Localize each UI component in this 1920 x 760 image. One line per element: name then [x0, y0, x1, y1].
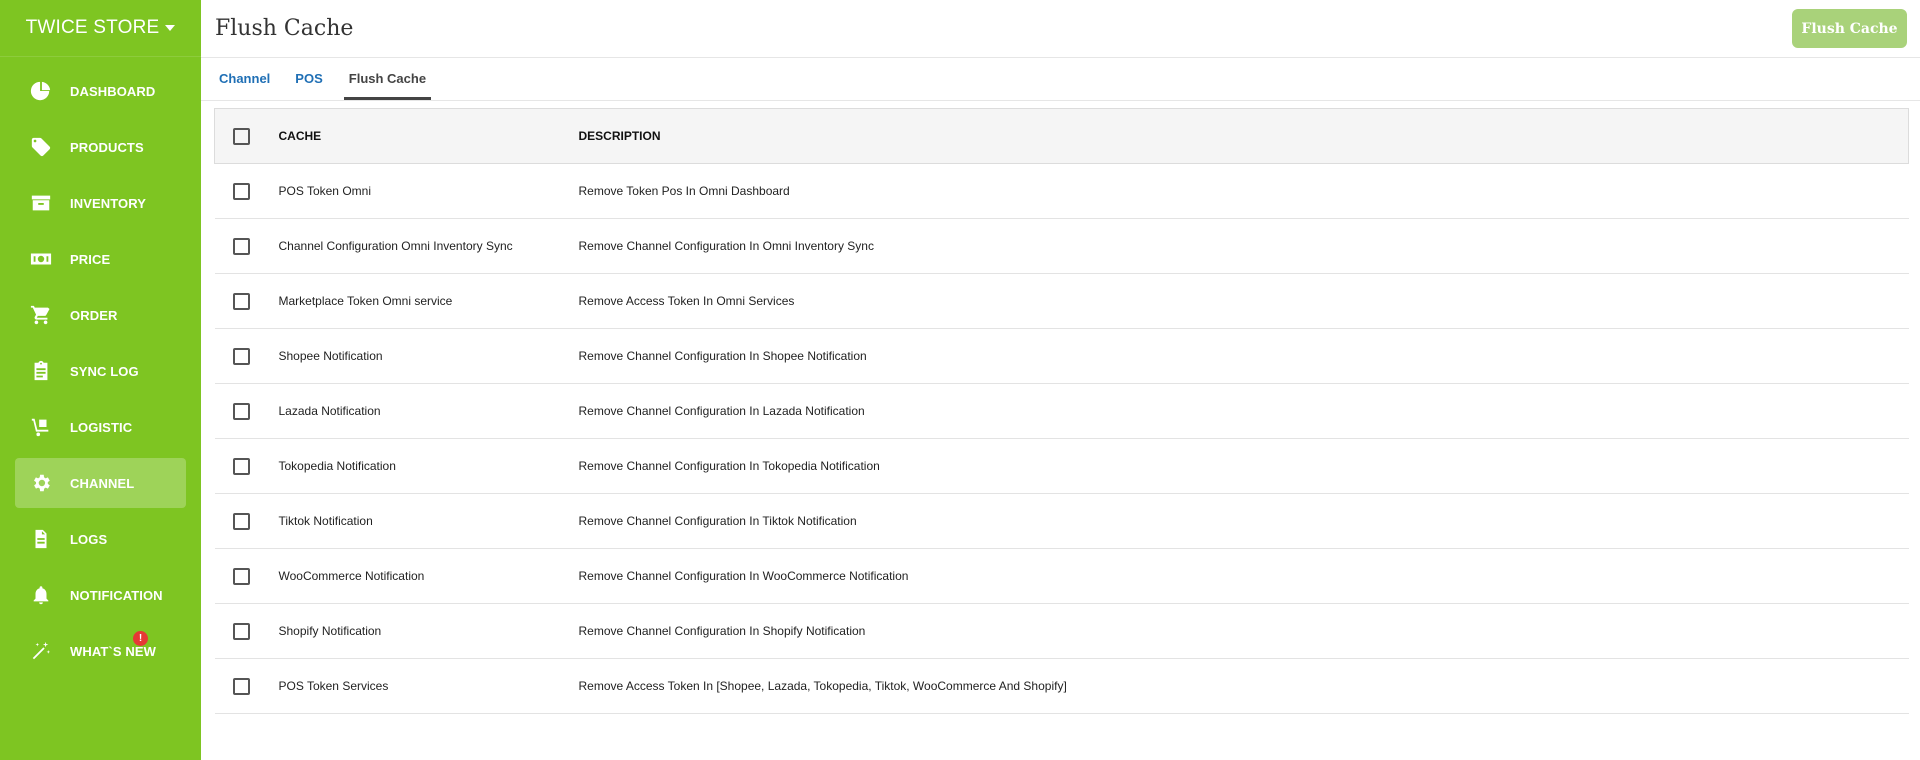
sidebar-item-label: LOGS: [70, 531, 108, 547]
archive-box-icon: [29, 191, 53, 215]
select-all-checkbox[interactable]: [233, 127, 250, 145]
cache-description: Remove Access Token In Omni Services: [578, 273, 1909, 329]
cache-name: Channel Configuration Omni Inventory Syn…: [278, 218, 579, 274]
cache-table-container: CACHE DESCRIPTION POS Token Omni Remove …: [201, 101, 1920, 714]
cache-description: Remove Channel Configuration In Tiktok N…: [578, 493, 1909, 549]
sidebar-item-sync-log[interactable]: SYNC LOG: [15, 346, 186, 396]
sidebar-menu: DASHBOARD PRODUCTS INVENTORY PRICE ORDER…: [0, 57, 201, 676]
table-row: POS Token Services Remove Access Token I…: [214, 658, 1909, 714]
tab-pos[interactable]: POS: [291, 57, 326, 100]
sidebar-item-price[interactable]: PRICE: [15, 234, 186, 284]
cache-description: Remove Access Token In [Shopee, Lazada, …: [578, 658, 1909, 714]
sidebar-item-label: PRICE: [70, 251, 111, 267]
table-row: Tiktok Notification Remove Channel Confi…: [214, 493, 1909, 549]
column-header-cache: CACHE: [278, 108, 579, 164]
sidebar-item-label: INVENTORY: [70, 195, 147, 211]
sidebar-item-notification[interactable]: NOTIFICATION: [15, 570, 186, 620]
select-all-cell: [214, 108, 279, 164]
tab-channel[interactable]: Channel: [215, 57, 274, 100]
sidebar-item-label: NOTIFICATION: [70, 587, 163, 603]
row-checkbox[interactable]: [232, 457, 250, 475]
cache-name: POS Token Omni: [278, 163, 579, 219]
sidebar-item-logistic[interactable]: LOGISTIC: [15, 402, 186, 452]
cache-description: Remove Channel Configuration In Omni Inv…: [578, 218, 1909, 274]
store-switcher[interactable]: TWICE STORE: [0, 0, 201, 57]
sidebar-item-channel[interactable]: CHANNEL: [15, 458, 186, 508]
cache-description: Remove Channel Configuration In Shopify …: [578, 603, 1909, 659]
money-icon: [29, 247, 53, 271]
row-checkbox[interactable]: [232, 402, 250, 420]
table-row: Shopify Notification Remove Channel Conf…: [214, 603, 1909, 659]
cache-name: Marketplace Token Omni service: [278, 273, 579, 329]
cache-description: Remove Channel Configuration In WooComme…: [578, 548, 1909, 604]
clipboard-icon: [29, 359, 53, 383]
table-row: WooCommerce Notification Remove Channel …: [214, 548, 1909, 604]
flush-cache-button[interactable]: Flush Cache: [1792, 9, 1907, 48]
cache-name: Tokopedia Notification: [278, 438, 579, 494]
cache-name: WooCommerce Notification: [278, 548, 579, 604]
page-title: Flush Cache: [215, 16, 354, 41]
cache-table: CACHE DESCRIPTION POS Token Omni Remove …: [214, 108, 1909, 714]
row-checkbox[interactable]: [232, 292, 250, 310]
table-row: Shopee Notification Remove Channel Confi…: [214, 328, 1909, 384]
cache-name: Shopee Notification: [278, 328, 579, 384]
cache-description: Remove Channel Configuration In Lazada N…: [578, 383, 1909, 439]
row-checkbox[interactable]: [232, 512, 250, 530]
page-header: Flush Cache Flush Cache: [201, 0, 1920, 58]
alert-badge: !: [133, 631, 148, 646]
sidebar-item-label: CHANNEL: [70, 475, 135, 491]
cache-name: Shopify Notification: [278, 603, 579, 659]
sidebar-item-dashboard[interactable]: DASHBOARD: [15, 66, 186, 116]
cache-name: Tiktok Notification: [278, 493, 579, 549]
sidebar-item-label: PRODUCTS: [70, 139, 144, 155]
sidebar-item-label: SYNC LOG: [70, 363, 139, 379]
sidebar-item-label: ORDER: [70, 307, 118, 323]
table-row: POS Token Omni Remove Token Pos In Omni …: [214, 163, 1909, 219]
cache-description: Remove Channel Configuration In Tokopedi…: [578, 438, 1909, 494]
sidebar-item-label: WHAT`S NEW: [70, 643, 156, 659]
magic-wand-icon: [29, 639, 53, 663]
row-checkbox[interactable]: [232, 347, 250, 365]
table-row: Lazada Notification Remove Channel Confi…: [214, 383, 1909, 439]
cache-description: Remove Channel Configuration In Shopee N…: [578, 328, 1909, 384]
column-header-description: DESCRIPTION: [578, 108, 1909, 164]
cache-description: Remove Token Pos In Omni Dashboard: [578, 163, 1909, 219]
sidebar-item-order[interactable]: ORDER: [15, 290, 186, 340]
row-checkbox[interactable]: [232, 237, 250, 255]
hand-truck-icon: [29, 415, 53, 439]
gear-icon: [29, 471, 53, 495]
row-checkbox[interactable]: [232, 182, 250, 200]
sidebar: TWICE STORE DASHBOARD PRODUCTS INVENTORY…: [0, 0, 201, 760]
table-row: Tokopedia Notification Remove Channel Co…: [214, 438, 1909, 494]
sidebar-item-label: LOGISTIC: [70, 419, 133, 435]
row-checkbox[interactable]: [232, 677, 250, 695]
caret-down-icon: [165, 25, 176, 31]
sidebar-item-products[interactable]: PRODUCTS: [15, 122, 186, 172]
cache-name: POS Token Services: [278, 658, 579, 714]
tab-flush-cache[interactable]: Flush Cache: [343, 57, 432, 100]
sidebar-item-whats-new[interactable]: WHAT`S NEW !: [15, 626, 186, 676]
sidebar-item-inventory[interactable]: INVENTORY: [15, 178, 186, 228]
table-row: Marketplace Token Omni service Remove Ac…: [214, 273, 1909, 329]
tab-bar: Channel POS Flush Cache: [201, 58, 1920, 101]
app-root: TWICE STORE DASHBOARD PRODUCTS INVENTORY…: [0, 0, 1920, 760]
store-name: TWICE STORE: [25, 17, 160, 38]
cart-icon: [29, 303, 53, 327]
row-checkbox[interactable]: [232, 622, 250, 640]
cache-name: Lazada Notification: [278, 383, 579, 439]
bell-icon: [29, 583, 53, 607]
table-header-row: CACHE DESCRIPTION: [214, 108, 1909, 164]
row-checkbox[interactable]: [232, 567, 250, 585]
sidebar-item-label: DASHBOARD: [70, 83, 156, 99]
pie-chart-icon: [29, 79, 53, 103]
file-icon: [29, 527, 53, 551]
table-row: Channel Configuration Omni Inventory Syn…: [214, 218, 1909, 274]
main-content: Flush Cache Flush Cache Channel POS Flus…: [201, 0, 1920, 760]
sidebar-item-logs[interactable]: LOGS: [15, 514, 186, 564]
tag-icon: [29, 135, 53, 159]
